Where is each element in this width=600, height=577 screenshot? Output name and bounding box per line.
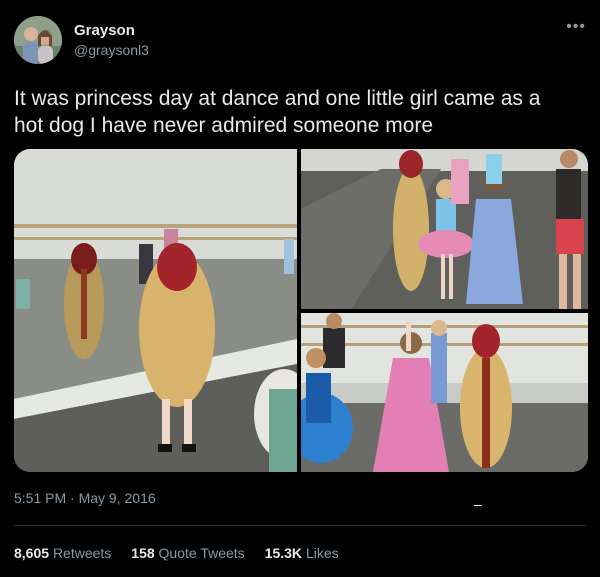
timestamp-separator: ·	[70, 490, 75, 506]
tweet-text: It was princess day at dance and one lit…	[14, 87, 541, 137]
media-grid	[14, 149, 588, 472]
photo-girls-holding-hands-image	[301, 149, 588, 309]
photo-dance-studio-mirror-image	[14, 149, 297, 472]
photo-girls-dancing[interactable]	[301, 313, 588, 472]
stray-dash	[474, 505, 482, 506]
tweet-time: 5:51 PM	[14, 490, 67, 506]
retweets-count: 8,605	[14, 545, 50, 561]
engagement-stats: 8,605 Retweets 158 Quote Tweets 15.3K Li…	[14, 545, 339, 561]
photo-girls-holding-hands[interactable]	[301, 149, 588, 309]
avatar[interactable]	[14, 16, 62, 64]
tweet: Grayson @graysonl3 ••• It was princess d…	[0, 0, 600, 577]
photo-girls-dancing-image	[301, 313, 588, 472]
more-options-icon[interactable]: •••	[566, 18, 586, 36]
avatar-photo	[14, 16, 62, 64]
photo-dance-studio-mirror[interactable]	[14, 149, 297, 472]
quote-tweets-label: Quote Tweets	[158, 545, 245, 561]
retweets-label: Retweets	[52, 545, 112, 561]
quote-tweets-stat[interactable]: 158 Quote Tweets	[131, 545, 244, 561]
divider	[14, 525, 586, 526]
tweet-date: May 9, 2016	[78, 490, 156, 506]
quote-tweets-count: 158	[131, 545, 155, 561]
likes-label: Likes	[305, 545, 339, 561]
likes-stat[interactable]: 15.3K Likes	[265, 545, 339, 561]
likes-count: 15.3K	[264, 545, 303, 561]
tweet-timestamp[interactable]: 5:51 PM · May 9, 2016	[14, 490, 156, 506]
display-name[interactable]: Grayson	[74, 22, 135, 39]
user-handle[interactable]: @graysonl3	[74, 42, 149, 58]
retweets-stat[interactable]: 8,605 Retweets	[14, 545, 111, 561]
